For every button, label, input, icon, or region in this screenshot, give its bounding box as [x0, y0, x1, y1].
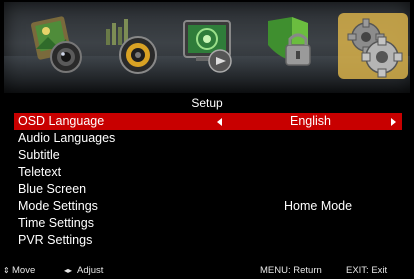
row-time-settings[interactable]: Time Settings	[14, 215, 402, 232]
menu-return-hint: MENU: Return	[260, 265, 322, 276]
channel-icon[interactable]	[180, 15, 240, 77]
menu-icon-bar	[4, 2, 410, 93]
row-label: Time Settings	[18, 216, 94, 230]
row-label: PVR Settings	[18, 233, 93, 247]
row-blue-screen[interactable]: Blue Screen	[14, 181, 402, 198]
row-label: Subtitle	[18, 148, 60, 162]
row-label: Mode Settings	[18, 199, 98, 213]
row-teletext[interactable]: Teletext	[14, 164, 402, 181]
footer-hints: ⇕ Move ◂▸ Adjust MENU: Return EXIT: Exit	[0, 263, 414, 279]
tv-osd-screen: Setup OSD Language English Audio Languag…	[0, 0, 414, 279]
exit-hint: EXIT: Exit	[346, 265, 388, 276]
move-hint: Move	[12, 265, 36, 276]
arrow-right-icon[interactable]	[391, 118, 396, 126]
page-title: Setup	[191, 96, 223, 110]
row-label: Audio Languages	[18, 131, 116, 145]
row-value: Home Mode	[284, 199, 353, 213]
adjust-hint: Adjust	[77, 265, 104, 276]
lock-icon[interactable]	[262, 15, 322, 77]
row-subtitle[interactable]: Subtitle	[14, 147, 402, 164]
row-label: Blue Screen	[18, 182, 87, 196]
row-value: English	[290, 114, 331, 128]
move-arrows-icon: ⇕	[3, 266, 10, 275]
adjust-arrows-icon: ◂▸	[64, 266, 73, 275]
row-audio-languages[interactable]: Audio Languages	[14, 130, 402, 147]
row-mode-settings[interactable]: Mode Settings Home Mode	[14, 198, 402, 215]
sound-icon[interactable]	[102, 15, 162, 77]
row-label: Teletext	[18, 165, 62, 179]
setup-gear-icon[interactable]	[338, 11, 408, 81]
row-osd-language[interactable]: OSD Language English	[14, 113, 402, 130]
settings-list: OSD Language English Audio Languages Sub…	[14, 113, 402, 249]
row-pvr-settings[interactable]: PVR Settings	[14, 232, 402, 249]
row-label: OSD Language	[18, 114, 105, 128]
arrow-left-icon[interactable]	[217, 118, 222, 126]
picture-icon[interactable]	[28, 15, 88, 77]
